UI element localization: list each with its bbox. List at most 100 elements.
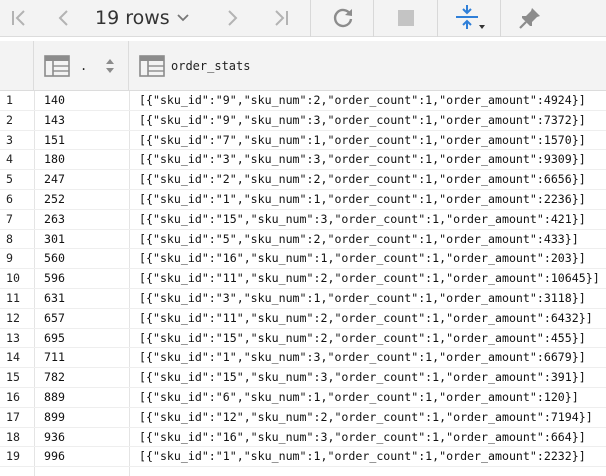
- table-row[interactable]: 14 711 [{"sku_id":"1","sku_num":3,"order_c…: [0, 348, 606, 369]
- row-number: 17: [6, 409, 20, 424]
- cell-id[interactable]: 936: [44, 428, 124, 447]
- stop-icon: [398, 10, 414, 26]
- rows-count-selector[interactable]: 19 rows: [95, 0, 190, 36]
- column-name-order-stats: order_stats: [171, 58, 251, 73]
- table-row[interactable]: 13 695 [{"sku_id":"15","sku_num":2,"order_…: [0, 329, 606, 349]
- cell-id[interactable]: 631: [44, 289, 124, 308]
- row-number: 18: [6, 429, 20, 444]
- stop-button[interactable]: [390, 0, 422, 36]
- cell-id[interactable]: 711: [44, 348, 124, 367]
- cell-order-stats[interactable]: [{"sku_id":"6","sku_num":1,"order_count"…: [139, 388, 606, 407]
- table-row[interactable]: 17 899 [{"sku_id":"12","sku_num":2,"order_…: [0, 408, 606, 428]
- table-row[interactable]: 19 996 [{"sku_id":"1","sku_num":1,"order_c…: [0, 447, 606, 468]
- toolbar-separator: [373, 0, 374, 37]
- cell-order-stats[interactable]: [{"sku_id":"12","sku_num":2,"order_count…: [139, 408, 606, 427]
- compare-icon: [456, 5, 485, 29]
- row-number: 1: [6, 93, 13, 107]
- cell-id[interactable]: 301: [44, 230, 124, 249]
- cell-order-stats[interactable]: [{"sku_id":"11","sku_num":2,"order_count…: [139, 269, 606, 288]
- table-row[interactable]: 2 143 [{"sku_id":"9","sku_num":3,"order_co…: [0, 111, 606, 131]
- cell-id[interactable]: 180: [44, 150, 124, 169]
- cell-id[interactable]: 695: [44, 329, 124, 348]
- sort-icon[interactable]: [105, 58, 115, 74]
- cell-order-stats[interactable]: [{"sku_id":"1","sku_num":3,"order_count"…: [139, 348, 606, 367]
- table-row[interactable]: 3 151 [{"sku_id":"7","sku_num":1,"order_co…: [0, 131, 606, 151]
- table-column-icon: [139, 54, 165, 77]
- cell-id[interactable]: 247: [44, 170, 124, 189]
- rows-count-label: 19 rows: [95, 7, 170, 29]
- table-row[interactable]: 5 247 [{"sku_id":"2","sku_num":2,"order_co…: [0, 170, 606, 190]
- cell-order-stats[interactable]: [{"sku_id":"9","sku_num":3,"order_count"…: [139, 111, 606, 130]
- table-row[interactable]: 1 140 [{"sku_id":"9","sku_num":2,"order_co…: [0, 91, 606, 111]
- table-row[interactable]: 15 782 [{"sku_id":"15","sku_num":3,"order_…: [0, 368, 606, 388]
- grid-header: . order_stats: [0, 41, 606, 91]
- table-row[interactable]: 10 596 [{"sku_id":"11","sku_num":2,"order_…: [0, 269, 606, 289]
- row-number: 3: [6, 132, 13, 147]
- column-header-id[interactable]: .: [34, 41, 129, 90]
- cell-id[interactable]: 263: [44, 210, 124, 229]
- cell-order-stats[interactable]: [{"sku_id":"15","sku_num":3,"order_count…: [139, 368, 606, 387]
- row-number: 4: [6, 152, 13, 167]
- cell-order-stats[interactable]: [{"sku_id":"15","sku_num":2,"order_count…: [139, 329, 606, 348]
- cell-order-stats[interactable]: [{"sku_id":"2","sku_num":2,"order_count"…: [139, 170, 606, 189]
- compare-button[interactable]: [450, 0, 490, 36]
- row-number: 8: [6, 231, 13, 246]
- table-row[interactable]: 6 252 [{"sku_id":"1","sku_num":1,"order_co…: [0, 190, 606, 210]
- cell-order-stats[interactable]: [{"sku_id":"11","sku_num":2,"order_count…: [139, 309, 606, 328]
- cell-id[interactable]: 596: [44, 269, 124, 288]
- cell-id[interactable]: 889: [44, 388, 124, 407]
- cell-id[interactable]: 996: [44, 447, 124, 466]
- table-row[interactable]: 11 631 [{"sku_id":"3","sku_num":1,"order_c…: [0, 289, 606, 309]
- row-number: 19: [6, 449, 20, 464]
- cell-order-stats[interactable]: [{"sku_id":"16","sku_num":1,"order_count…: [139, 249, 606, 268]
- refresh-button[interactable]: [326, 0, 360, 36]
- cell-order-stats[interactable]: [{"sku_id":"1","sku_num":1,"order_count"…: [139, 190, 606, 209]
- result-grid: 1 140 [{"sku_id":"9","sku_num":2,"order_co…: [0, 91, 606, 468]
- cell-order-stats[interactable]: [{"sku_id":"1","sku_num":1,"order_count"…: [139, 447, 606, 466]
- row-number: 10: [6, 271, 20, 286]
- pin-icon: [519, 8, 540, 29]
- cell-order-stats[interactable]: [{"sku_id":"5","sku_num":2,"order_count"…: [139, 230, 606, 249]
- cell-order-stats[interactable]: [{"sku_id":"7","sku_num":1,"order_count"…: [139, 131, 606, 150]
- cell-id[interactable]: 560: [44, 249, 124, 268]
- cell-order-stats[interactable]: [{"sku_id":"3","sku_num":3,"order_count"…: [139, 150, 606, 169]
- cell-order-stats[interactable]: [{"sku_id":"15","sku_num":3,"order_count…: [139, 210, 606, 229]
- row-number: 9: [6, 251, 13, 266]
- cell-order-stats[interactable]: [{"sku_id":"9","sku_num":2,"order_count"…: [139, 91, 606, 110]
- cell-id[interactable]: 143: [44, 111, 124, 130]
- cell-id[interactable]: 252: [44, 190, 124, 209]
- row-number: 11: [6, 290, 20, 305]
- table-row[interactable]: 4 180 [{"sku_id":"3","sku_num":3,"order_co…: [0, 150, 606, 171]
- first-page-button[interactable]: [4, 0, 34, 36]
- table-row[interactable]: 12 657 [{"sku_id":"11","sku_num":2,"order_…: [0, 309, 606, 329]
- toolbar-separator: [437, 0, 438, 37]
- pin-button[interactable]: [513, 0, 547, 36]
- cell-id[interactable]: 782: [44, 368, 124, 387]
- row-number-header: [0, 41, 34, 90]
- cell-id[interactable]: 899: [44, 408, 124, 427]
- next-page-button[interactable]: [218, 0, 248, 36]
- table-row[interactable]: 8 301 [{"sku_id":"5","sku_num":2,"order_co…: [0, 230, 606, 250]
- first-page-icon: [12, 10, 25, 26]
- row-number: 6: [6, 191, 13, 206]
- cell-id[interactable]: 151: [44, 131, 124, 150]
- prev-page-button[interactable]: [48, 0, 78, 36]
- cell-id[interactable]: 140: [44, 91, 124, 110]
- cell-order-stats[interactable]: [{"sku_id":"16","sku_num":3,"order_count…: [139, 428, 606, 447]
- row-number: 5: [6, 172, 13, 187]
- row-number: 15: [6, 370, 20, 385]
- chevron-down-icon: [177, 14, 189, 22]
- row-number: 16: [6, 389, 20, 404]
- prev-page-icon: [58, 10, 68, 26]
- cell-id[interactable]: 657: [44, 309, 124, 328]
- table-row[interactable]: 16 889 [{"sku_id":"6","sku_num":1,"order_c…: [0, 388, 606, 408]
- table-row[interactable]: 18 936 [{"sku_id":"16","sku_num":3,"order_…: [0, 428, 606, 448]
- table-row[interactable]: 9 560 [{"sku_id":"16","sku_num":1,"order_c…: [0, 249, 606, 270]
- cell-order-stats[interactable]: [{"sku_id":"3","sku_num":1,"order_count"…: [139, 289, 606, 308]
- last-page-icon: [275, 10, 288, 26]
- row-number: 14: [6, 350, 20, 365]
- table-row[interactable]: 7 263 [{"sku_id":"15","sku_num":3,"order_c…: [0, 210, 606, 230]
- row-number: 13: [6, 330, 20, 345]
- last-page-button[interactable]: [266, 0, 296, 36]
- column-header-order-stats[interactable]: order_stats: [129, 41, 606, 90]
